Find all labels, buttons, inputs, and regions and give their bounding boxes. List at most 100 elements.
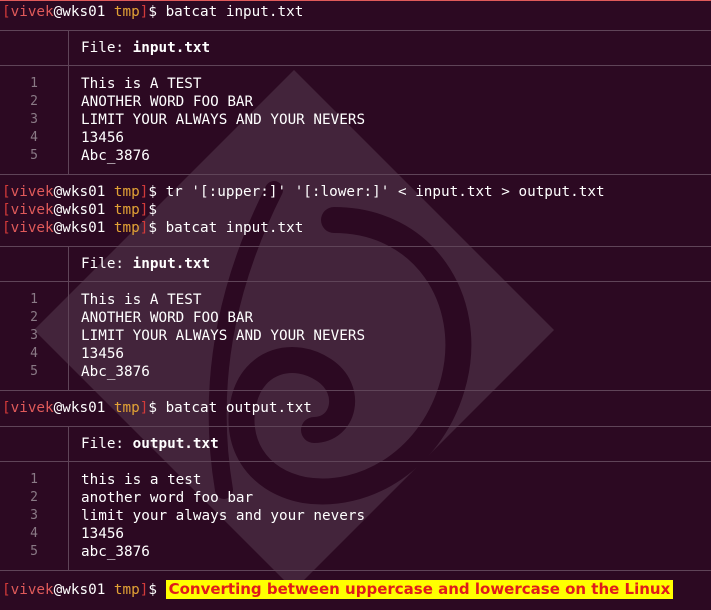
prompt-line: [vivek@wks01 tmp]$ batcat input.txt (2, 219, 303, 237)
prompt-dir: tmp (113, 400, 140, 416)
file-line: ANOTHER WORD FOO BAR (81, 94, 254, 110)
prompt-dollar: $ (148, 400, 157, 416)
prompt-bracket: [ (2, 220, 11, 236)
line-number: 3 (30, 508, 38, 523)
divider (0, 570, 711, 571)
line-number: 2 (30, 310, 38, 325)
prompt-bracket: [ (2, 400, 11, 416)
prompt-host: wks01 (62, 4, 106, 20)
file-line: LIMIT YOUR ALWAYS AND YOUR NEVERS (81, 112, 366, 128)
file-line: abc_3876 (81, 544, 150, 560)
top-border (0, 0, 711, 1)
prompt-dir: tmp (113, 582, 140, 598)
file-name: output.txt (132, 436, 219, 452)
file-label: File: (81, 256, 133, 272)
line-number: 5 (30, 148, 38, 163)
divider (0, 461, 711, 462)
prompt-user: vivek (10, 4, 54, 20)
line-number: 2 (30, 490, 38, 505)
prompt-user: vivek (10, 184, 54, 200)
command-text: tr '[:upper:]' '[:lower:]' < input.txt >… (165, 184, 605, 200)
command-text: batcat input.txt (165, 4, 304, 20)
prompt-host: wks01 (62, 184, 106, 200)
prompt-at: @ (53, 220, 63, 236)
file-line: 13456 (81, 130, 125, 146)
prompt-dollar: $ (148, 202, 157, 218)
file-line: Abc_3876 (81, 148, 150, 164)
divider (0, 65, 711, 66)
line-number: 3 (30, 328, 38, 343)
prompt-dir: tmp (113, 4, 140, 20)
divider (0, 30, 711, 31)
line-number: 1 (30, 292, 38, 307)
line-number: 4 (30, 526, 38, 541)
prompt-at: @ (53, 184, 63, 200)
divider (0, 174, 711, 175)
file-header: File: output.txt (81, 435, 219, 453)
prompt-at: @ (53, 202, 63, 218)
prompt-bracket: [ (2, 4, 11, 20)
prompt-dir: tmp (113, 184, 140, 200)
divider (0, 246, 711, 247)
prompt-host: wks01 (62, 220, 106, 236)
prompt-user: vivek (10, 400, 54, 416)
line-number: 4 (30, 346, 38, 361)
file-line: Abc_3876 (81, 364, 150, 380)
file-line: LIMIT YOUR ALWAYS AND YOUR NEVERS (81, 328, 366, 344)
line-number: 5 (30, 364, 38, 379)
prompt-user: vivek (10, 220, 54, 236)
file-line: another word foo bar (81, 490, 254, 506)
file-line: This is A TEST (81, 292, 202, 308)
prompt-host: wks01 (62, 582, 106, 598)
prompt-dollar: $ (148, 220, 157, 236)
prompt-at: @ (53, 4, 63, 20)
gutter-separator (68, 246, 69, 390)
file-line: 13456 (81, 346, 125, 362)
prompt-line: [vivek@wks01 tmp]$ tr '[:upper:]' '[:low… (2, 183, 605, 201)
file-name: input.txt (132, 40, 211, 56)
line-number: 4 (30, 130, 38, 145)
file-header: File: input.txt (81, 39, 210, 57)
command-text: batcat output.txt (165, 400, 312, 416)
divider (0, 281, 711, 282)
gutter-separator (68, 426, 69, 570)
prompt-line: [vivek@wks01 tmp]$ (2, 201, 157, 219)
prompt-user: vivek (10, 202, 54, 218)
file-line: limit your always and your nevers (81, 508, 366, 524)
file-label: File: (81, 436, 133, 452)
file-name: input.txt (132, 256, 211, 272)
file-line: ANOTHER WORD FOO BAR (81, 310, 254, 326)
prompt-dollar: $ (148, 4, 157, 20)
file-header: File: input.txt (81, 255, 210, 273)
prompt-bracket: [ (2, 202, 11, 218)
gutter-separator (68, 30, 69, 174)
prompt-dir: tmp (113, 202, 140, 218)
prompt-host: wks01 (62, 400, 106, 416)
command-text: batcat input.txt (165, 220, 304, 236)
prompt-host: wks01 (62, 202, 106, 218)
divider (0, 426, 711, 427)
line-number: 3 (30, 112, 38, 127)
prompt-line: [vivek@wks01 tmp]$ Converting between up… (2, 580, 674, 600)
prompt-dollar: $ (148, 582, 157, 598)
terminal-window[interactable]: [vivek@wks01 tmp]$ batcat input.txt File… (0, 0, 711, 610)
line-number: 5 (30, 544, 38, 559)
line-number: 2 (30, 94, 38, 109)
line-number: 1 (30, 472, 38, 487)
prompt-line: [vivek@wks01 tmp]$ batcat output.txt (2, 399, 312, 417)
prompt-at: @ (53, 400, 63, 416)
file-line: This is A TEST (81, 76, 202, 92)
prompt-user: vivek (10, 582, 54, 598)
prompt-bracket: [ (2, 582, 11, 598)
file-line: 13456 (81, 526, 125, 542)
line-number: 1 (30, 76, 38, 91)
prompt-at: @ (53, 582, 63, 598)
file-line: this is a test (81, 472, 202, 488)
prompt-bracket: [ (2, 184, 11, 200)
prompt-dollar: $ (148, 184, 157, 200)
prompt-dir: tmp (113, 220, 140, 236)
caption-banner: Converting between uppercase and lowerca… (165, 580, 674, 599)
file-label: File: (81, 40, 133, 56)
prompt-line: [vivek@wks01 tmp]$ batcat input.txt (2, 3, 303, 21)
divider (0, 390, 711, 391)
